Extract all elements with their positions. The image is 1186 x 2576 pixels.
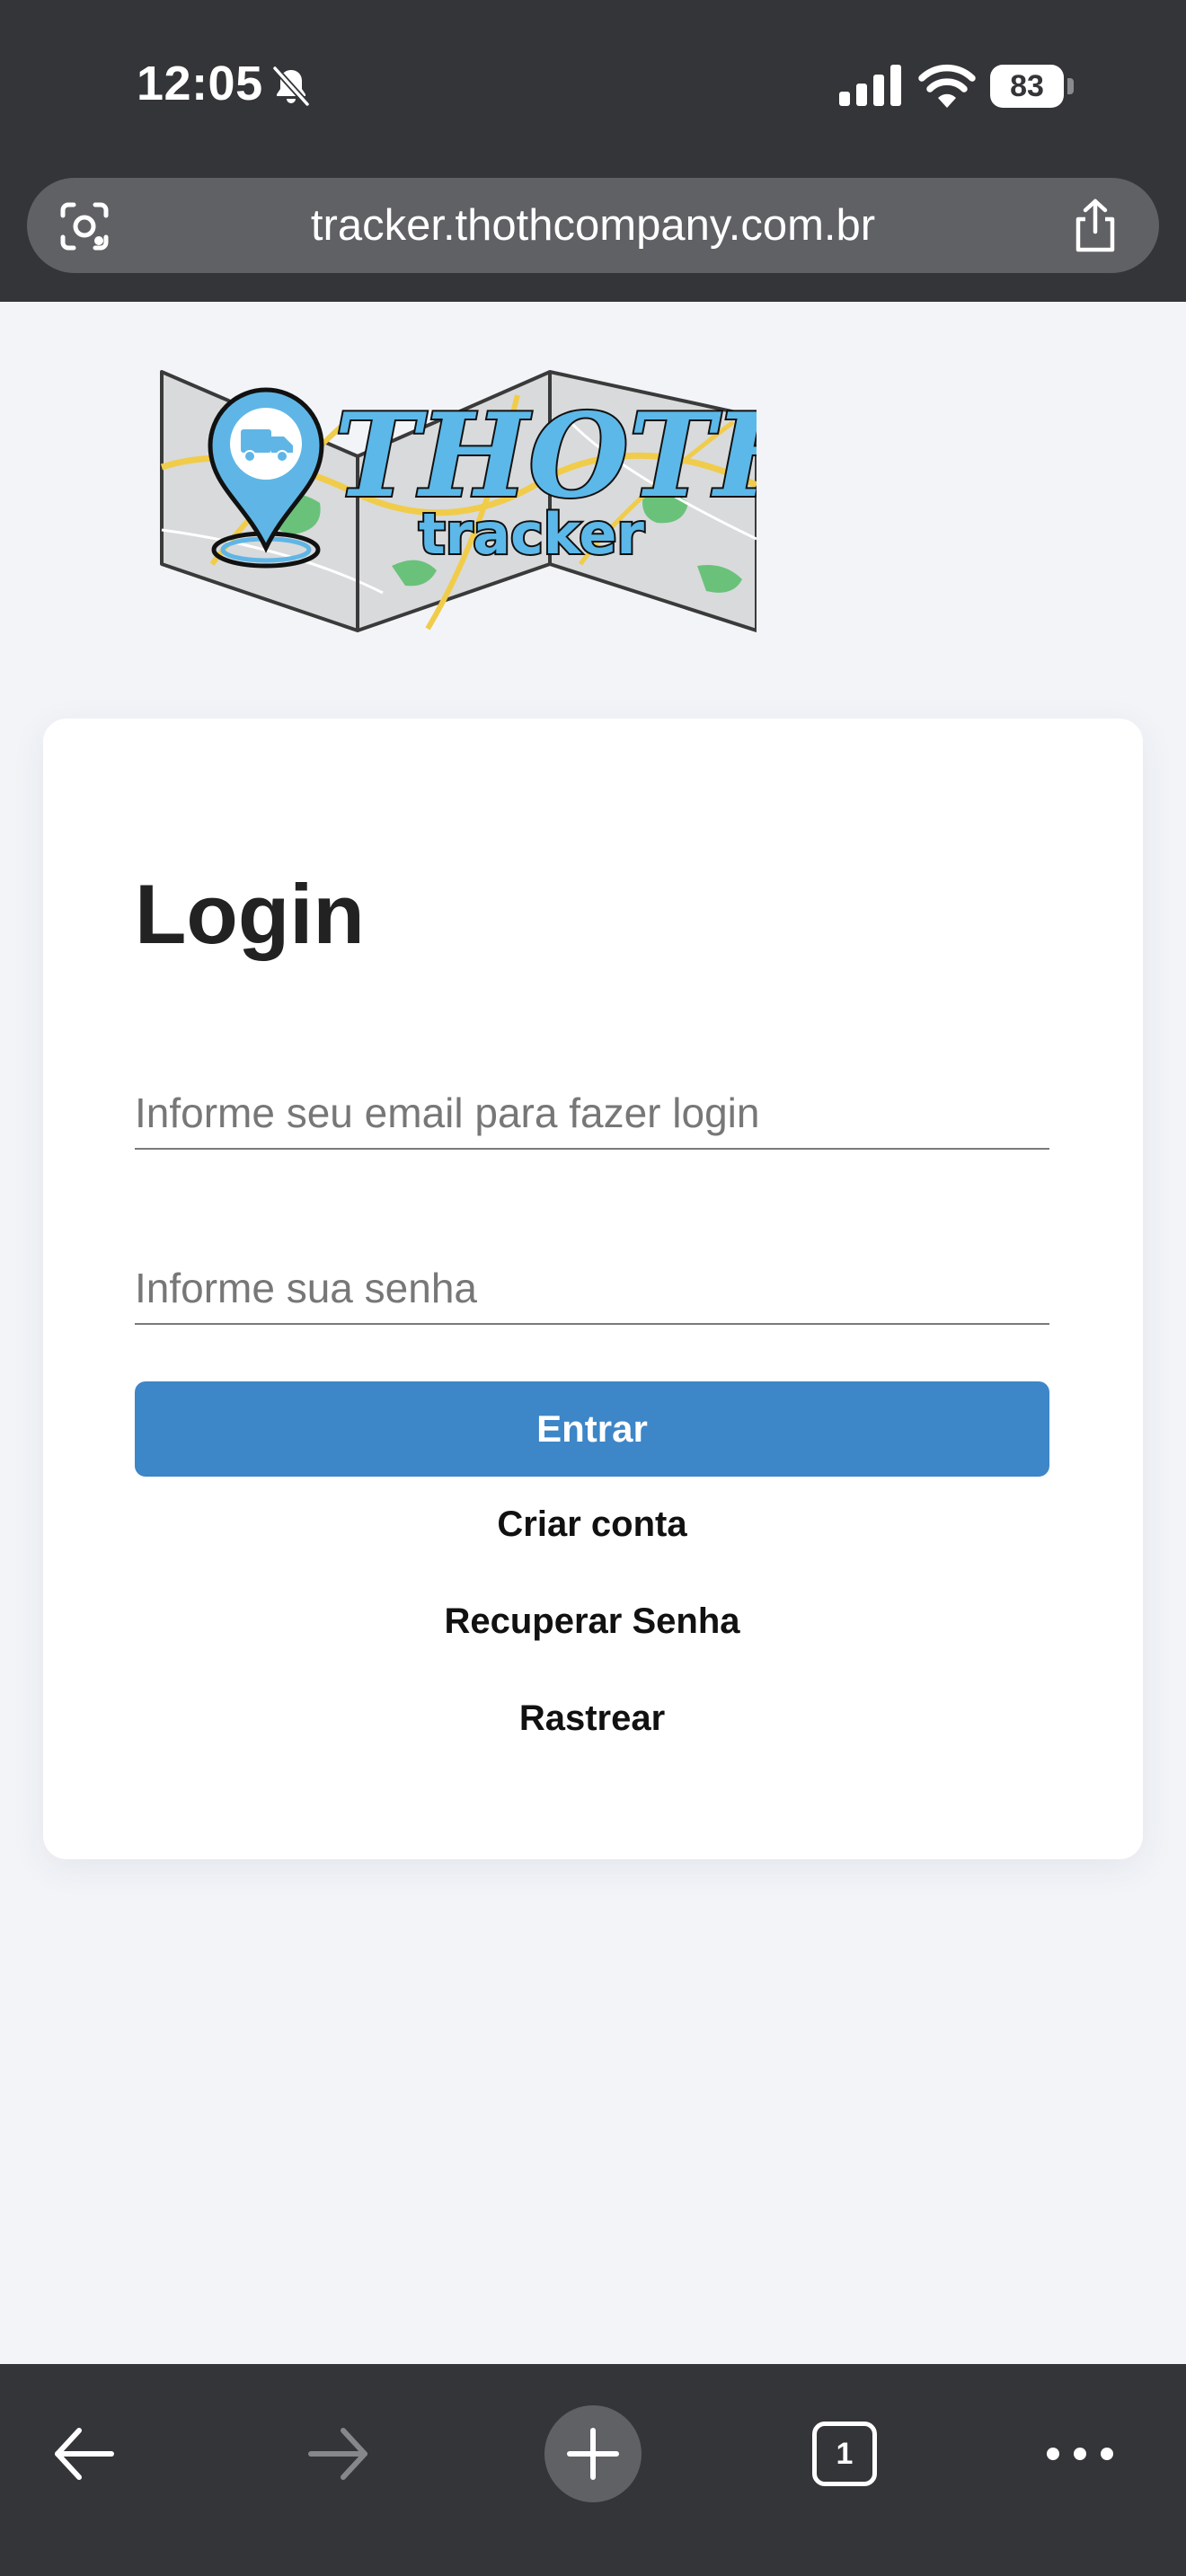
login-title: Login bbox=[135, 867, 365, 961]
password-field[interactable] bbox=[135, 1253, 1049, 1325]
lens-icon[interactable] bbox=[59, 201, 110, 251]
more-icon[interactable] bbox=[1042, 2432, 1118, 2475]
plus-icon bbox=[567, 2428, 619, 2480]
login-button[interactable]: Entrar bbox=[135, 1381, 1049, 1477]
cellular-signal-icon bbox=[839, 65, 901, 106]
tabs-count: 1 bbox=[836, 2437, 854, 2471]
track-link[interactable]: Rastrear bbox=[135, 1687, 1049, 1750]
back-arrow-icon[interactable] bbox=[50, 2420, 119, 2488]
recover-password-link[interactable]: Recuperar Senha bbox=[135, 1590, 1049, 1653]
browser-top-chrome: 12:05 83 tracker.thothcompany.com.br bbox=[0, 0, 1186, 302]
share-icon[interactable] bbox=[1069, 198, 1121, 253]
status-time: 12:05 bbox=[137, 57, 263, 110]
forward-arrow-icon[interactable] bbox=[304, 2420, 372, 2488]
bell-slash-icon bbox=[271, 65, 311, 108]
email-field[interactable] bbox=[135, 1078, 1049, 1150]
battery-level: 83 bbox=[1010, 69, 1044, 103]
address-bar[interactable]: tracker.thothcompany.com.br bbox=[27, 178, 1159, 273]
create-account-link[interactable]: Criar conta bbox=[135, 1493, 1049, 1556]
tabs-icon[interactable]: 1 bbox=[812, 2422, 877, 2486]
thoth-tracker-logo: THOTH tracker bbox=[160, 370, 757, 632]
login-card: Login Entrar Criar conta Recuperar Senha… bbox=[43, 719, 1143, 1859]
new-tab-button[interactable] bbox=[544, 2405, 642, 2502]
wifi-icon bbox=[918, 64, 976, 108]
battery-icon: 83 bbox=[990, 65, 1075, 108]
battery-nub bbox=[1067, 78, 1074, 94]
url-text[interactable]: tracker.thothcompany.com.br bbox=[135, 178, 1051, 273]
logo-subtitle-text: tracker bbox=[419, 501, 644, 567]
browser-bottom-toolbar: 1 bbox=[0, 2364, 1186, 2576]
